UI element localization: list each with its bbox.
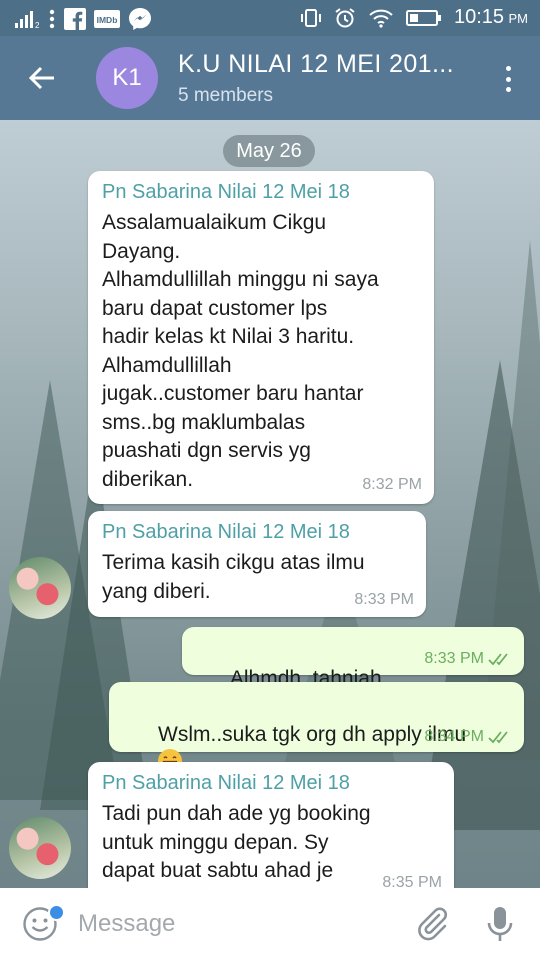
- message-bubble[interactable]: Pn Sabarina Nilai 12 Mei 18 Tadi pun dah…: [88, 762, 454, 888]
- message-bubble-outgoing[interactable]: Alhmdh..tahniah 8:33 PM: [182, 627, 524, 717]
- member-count[interactable]: 5 members: [178, 85, 273, 107]
- date-divider-label: May 26: [236, 139, 302, 162]
- more-options-icon[interactable]: [504, 66, 512, 92]
- message-bubble-outgoing[interactable]: Wslm..suka tgk org dh apply ilmu 8:34 PM: [109, 682, 524, 773]
- more-vert-icon: [49, 9, 55, 29]
- group-title[interactable]: K.U NILAI 12 MEI 201...: [178, 50, 454, 79]
- clock: 10:15 PM: [454, 6, 528, 29]
- back-arrow-icon[interactable]: [26, 62, 58, 94]
- group-avatar-initials: K1: [112, 64, 142, 91]
- message-input[interactable]: [78, 908, 378, 940]
- double-check-icon: [488, 731, 508, 744]
- battery-icon: [405, 9, 441, 26]
- sender-avatar[interactable]: [9, 817, 71, 879]
- mic-icon[interactable]: [486, 904, 514, 944]
- alarm-icon: [335, 7, 355, 27]
- message-time: 8:32 PM: [362, 476, 422, 493]
- group-avatar[interactable]: K1: [96, 47, 158, 109]
- date-divider: May 26: [223, 135, 315, 167]
- message-bubble[interactable]: Pn Sabarina Nilai 12 Mei 18 Terima kasih…: [88, 511, 426, 617]
- message-time: 8:35 PM: [382, 874, 442, 888]
- chat-messages[interactable]: May 26 Pn Sabarina Nilai 12 Mei 18 Assal…: [0, 120, 540, 888]
- messenger-icon: [129, 8, 151, 30]
- message-time-label: 8:34 PM: [424, 728, 484, 745]
- imdb-icon-lettering: IMDb: [97, 15, 118, 25]
- message-text: Tadi pun dah ade yg booking untuk minggu…: [102, 802, 371, 882]
- vibrate-icon: [300, 8, 321, 27]
- signal-icon: 2: [15, 11, 40, 29]
- message-composer: [0, 888, 540, 960]
- status-left-icons: 2 IMDb: [14, 7, 152, 31]
- message-sender[interactable]: Pn Sabarina Nilai 12 Mei 18: [102, 181, 350, 204]
- wifi-icon: [369, 9, 393, 28]
- message-text-content: Wslm..suka tgk org dh apply ilmu: [158, 722, 467, 746]
- message-text: Assalamualaikum Cikgu Dayang. Alhamdulli…: [102, 211, 379, 491]
- message-bubble[interactable]: Pn Sabarina Nilai 12 Mei 18 Assalamualai…: [88, 171, 434, 504]
- attach-icon[interactable]: [412, 904, 452, 944]
- sender-avatar[interactable]: [9, 557, 71, 619]
- message-time: 8:33 PM: [354, 591, 414, 608]
- clock-ampm: PM: [508, 11, 529, 26]
- svg-text:2: 2: [35, 21, 40, 29]
- double-check-icon: [488, 653, 508, 666]
- facebook-icon: [64, 8, 86, 30]
- message-time-label: 8:33 PM: [424, 650, 484, 667]
- imdb-icon: IMDb: [94, 10, 120, 28]
- message-time: 8:33 PM: [424, 650, 512, 668]
- message-time: 8:34 PM: [424, 728, 512, 746]
- message-text: Terima kasih cikgu atas ilmu yang diberi…: [102, 551, 365, 603]
- status-right-icons: 10:15 PM: [300, 6, 528, 29]
- chat-header: K1 K.U NILAI 12 MEI 201... 5 members: [0, 36, 540, 120]
- message-sender[interactable]: Pn Sabarina Nilai 12 Mei 18: [102, 521, 350, 544]
- notification-dot: [48, 904, 65, 921]
- clock-time: 10:15: [453, 6, 505, 28]
- status-bar: 2 IMDb 10:15 PM: [0, 0, 540, 36]
- message-sender[interactable]: Pn Sabarina Nilai 12 Mei 18: [102, 772, 350, 795]
